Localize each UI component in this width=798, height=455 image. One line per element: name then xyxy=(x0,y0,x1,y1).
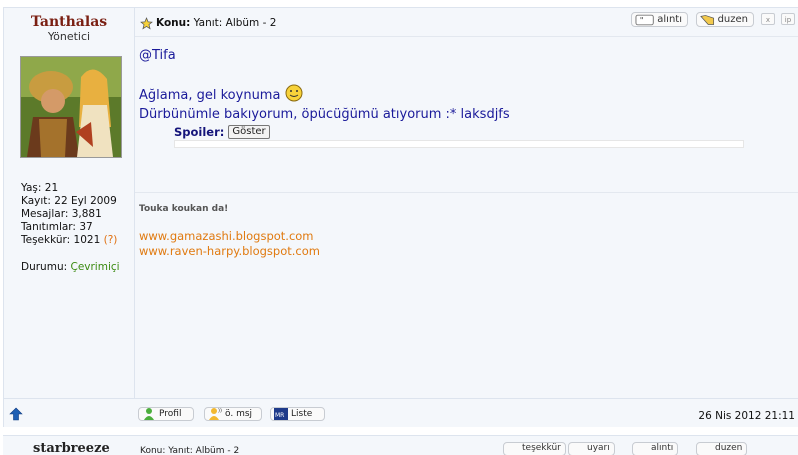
delete-button[interactable]: x xyxy=(761,13,775,25)
signature-link[interactable]: www.gamazashi.blogspot.com xyxy=(139,229,314,243)
post-line: @Tifa xyxy=(139,48,176,63)
next-post-header: starbreeze Konu: Yanıt: Albüm - 2 teşekk… xyxy=(3,435,798,455)
list-icon: MR xyxy=(274,408,288,420)
list-button[interactable]: MR Liste xyxy=(270,407,325,421)
user-stats: Yaş: 21 Kayıt: 22 Eyl 2009 Mesajlar: 3,8… xyxy=(21,182,117,247)
quote-button[interactable]: " alıntı xyxy=(631,12,688,27)
svg-text:": " xyxy=(640,15,644,24)
signature-divider xyxy=(135,192,798,193)
stat-posts: Mesajlar: 3,881 xyxy=(21,208,102,220)
post-line: Ağlama, gel koynuma xyxy=(139,84,510,105)
scroll-top-icon[interactable] xyxy=(9,407,23,421)
stat-joined: Kayıt: 22 Eyl 2009 xyxy=(21,195,117,207)
quote-icon: " xyxy=(635,14,654,25)
star-icon xyxy=(140,17,153,30)
post-body: @Tifa Ağlama, gel koynuma Dürbünümle bak… xyxy=(139,46,510,124)
stat-intros: Tanıtımlar: 37 xyxy=(21,221,93,233)
next-edit-button[interactable]: duzen xyxy=(696,442,748,455)
svg-text:)): )) xyxy=(218,408,222,414)
ip-button[interactable]: ip xyxy=(781,13,795,25)
signature-title: Touka koukan da! xyxy=(139,204,229,214)
profile-button[interactable]: Profil xyxy=(138,407,194,421)
thanks-help-link[interactable]: (?) xyxy=(104,234,118,246)
next-quote-button[interactable]: alıntı xyxy=(632,442,679,455)
stat-age: Yaş: 21 xyxy=(21,182,59,194)
post-footer: Profil )) ö. msj MR Liste 26 Nis 2012 21… xyxy=(4,398,798,427)
pm-button[interactable]: )) ö. msj xyxy=(204,407,262,421)
user-rank: Yönetici xyxy=(47,30,91,43)
edit-icon xyxy=(700,14,715,25)
username[interactable]: Tanthalas xyxy=(4,14,134,30)
warn-button[interactable]: uyarı xyxy=(568,442,615,455)
spoiler-box xyxy=(174,140,744,148)
message-user-icon: )) xyxy=(209,408,222,420)
avatar[interactable] xyxy=(20,56,122,158)
next-username[interactable]: starbreeze xyxy=(33,441,110,455)
avatar-image xyxy=(21,57,121,157)
user-panel: Tanthalas Yönetici Yaş: 21 Kayıt: 22 Eyl… xyxy=(4,8,135,398)
user-icon xyxy=(144,408,154,420)
stat-thanks: Teşekkür: 1021 (?) xyxy=(21,234,118,246)
spoiler-show-button[interactable]: Göster xyxy=(228,125,270,139)
forum-post: Tanthalas Yönetici Yaş: 21 Kayıt: 22 Eyl… xyxy=(3,7,798,427)
post-date: 26 Nis 2012 21:11 xyxy=(698,410,795,422)
svg-text:MR: MR xyxy=(275,412,284,419)
smiley-icon xyxy=(285,84,303,102)
post-subject: Konu: Yanıt: Albüm - 2 xyxy=(156,17,277,29)
post-line: Dürbünümle bakıyorum, öpücüğümü atıyorum… xyxy=(139,107,510,122)
post-header: Konu: Yanıt: Albüm - 2 " alıntı duzen x … xyxy=(135,8,798,37)
spoiler: Spoiler: Göster xyxy=(174,125,270,139)
online-status: Durumu: Çevrimiçi xyxy=(21,261,120,273)
thanks-button[interactable]: teşekkür xyxy=(503,442,566,455)
signature-link[interactable]: www.raven-harpy.blogspot.com xyxy=(139,244,320,258)
edit-button[interactable]: duzen xyxy=(696,12,754,27)
